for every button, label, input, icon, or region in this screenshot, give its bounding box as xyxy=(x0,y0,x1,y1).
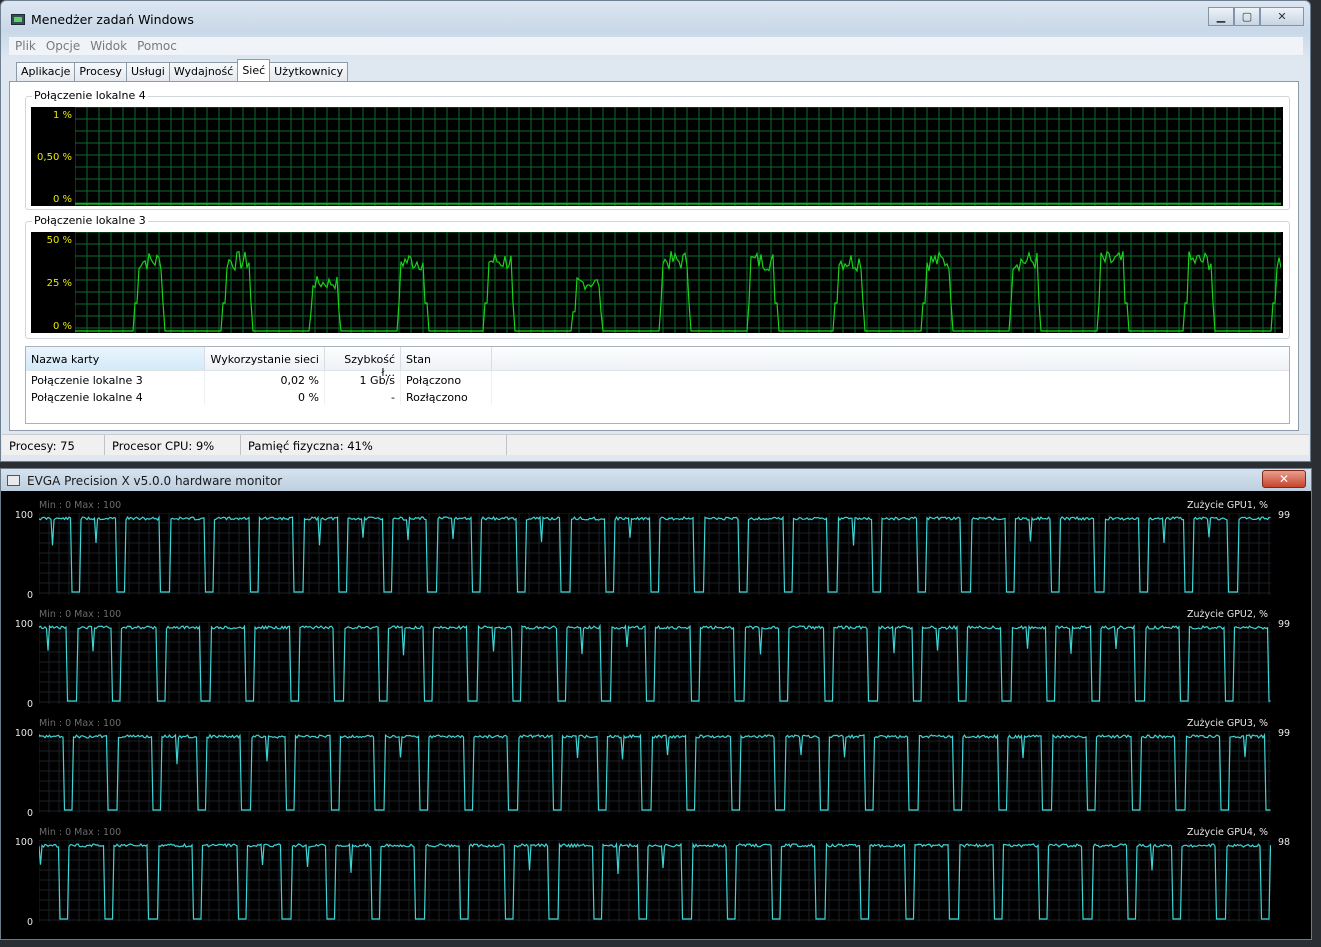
task-manager-window: Menedżer zadań Windows ▁ ▢ ✕ Plik Opcje … xyxy=(0,0,1311,462)
current-value: 99 xyxy=(1278,728,1291,739)
gpu-usage-panel-2: Min : 0 Max : 100 Zużycie GPU2, % 100 0 99 xyxy=(1,608,1311,717)
gpu-usage-graph xyxy=(39,513,1271,595)
gpu-usage-line xyxy=(39,732,1271,811)
graph-label: Połączenie lokalne 3 xyxy=(32,214,148,227)
y-max-label: 100 xyxy=(14,837,33,848)
cell-usage: 0 % xyxy=(205,388,325,405)
y-tick-label: 50 % xyxy=(46,235,72,246)
menu-widok[interactable]: Widok xyxy=(90,37,127,55)
y-tick-label: 0 % xyxy=(52,194,72,205)
minimize-button[interactable]: ▁ xyxy=(1208,7,1234,26)
table-header: Nazwa karty Wykorzystanie sieci Szybkość… xyxy=(26,347,1289,379)
task-manager-icon xyxy=(11,14,25,25)
y-min-label: 0 xyxy=(26,808,33,819)
status-cpu: Procesor CPU: 9% xyxy=(105,435,241,455)
cell-speed: 1 Gb/s xyxy=(325,371,401,388)
tab-uzytkownicy[interactable]: Użytkownicy xyxy=(269,62,349,81)
table-row[interactable]: Połączenie lokalne 3 0,02 % 1 Gb/s Połąc… xyxy=(26,371,1289,388)
gpu-usage-panel-3: Min : 0 Max : 100 Zużycie GPU3, % 100 0 99 xyxy=(1,717,1311,826)
network-graph-group-1: Połączenie lokalne 4 1 % 0,50 % 0 % xyxy=(25,89,1290,210)
gpu-usage-line xyxy=(39,841,1271,920)
menu-pomoc[interactable]: Pomoc xyxy=(137,37,177,55)
y-min-label: 0 xyxy=(26,590,33,601)
current-value: 99 xyxy=(1278,619,1291,630)
graph-label: Połączenie lokalne 4 xyxy=(32,89,148,102)
gpu-usage-line xyxy=(39,515,1271,593)
gpu-graph-title: Zużycie GPU4, % xyxy=(1186,827,1268,838)
menubar: Plik Opcje Widok Pomoc xyxy=(9,37,1303,55)
y-max-label: 100 xyxy=(14,619,33,630)
gpu-usage-graph xyxy=(39,840,1271,922)
cell-usage: 0,02 % xyxy=(205,371,325,388)
table-row[interactable]: Połączenie lokalne 4 0 % - Rozłączono xyxy=(26,388,1289,405)
tab-aplikacje[interactable]: Aplikacje xyxy=(16,62,76,81)
column-header-szybkosc[interactable]: Szybkość ł... xyxy=(325,347,401,379)
evga-titlebar[interactable]: EVGA Precision X v5.0.0 hardware monitor… xyxy=(1,469,1311,491)
evga-close-button[interactable]: ✕ xyxy=(1262,470,1306,488)
cell-state: Połączono xyxy=(401,371,492,388)
column-header-empty xyxy=(492,347,1289,370)
cell-state: Rozłączono xyxy=(401,388,492,405)
gpu-usage-panel-1: Min : 0 Max : 100 Zużycie GPU1, % 100 0 99 xyxy=(1,499,1311,608)
gpu-graph-title: Zużycie GPU1, % xyxy=(1186,500,1268,511)
menu-opcje[interactable]: Opcje xyxy=(46,37,80,55)
maximize-button[interactable]: ▢ xyxy=(1234,7,1260,26)
tab-strip: Aplikacje Procesy Usługi Wydajność Sieć … xyxy=(16,59,349,81)
tab-uslugi[interactable]: Usługi xyxy=(125,62,170,81)
network-graph-2: 50 % 25 % 0 % xyxy=(31,232,1283,333)
adapter-table: Nazwa karty Wykorzystanie sieci Szybkość… xyxy=(25,346,1290,424)
network-graph-group-2: Połączenie lokalne 3 50 % 25 % 0 % xyxy=(25,214,1290,339)
y-tick-label: 0,50 % xyxy=(37,152,72,163)
gpu-usage-graph xyxy=(39,622,1271,704)
evga-app-icon xyxy=(7,475,20,486)
minmax-label: Min : 0 Max : 100 xyxy=(39,500,122,511)
y-max-label: 100 xyxy=(14,728,33,739)
status-memory: Pamięć fizyczna: 41% xyxy=(241,435,507,455)
gpu-graph-title: Zużycie GPU3, % xyxy=(1186,718,1268,729)
tab-procesy[interactable]: Procesy xyxy=(74,62,127,81)
window-title: Menedżer zadań Windows xyxy=(31,12,194,27)
status-bar: Procesy: 75 Procesor CPU: 9% Pamięć fizy… xyxy=(2,434,1309,455)
y-tick-label: 1 % xyxy=(52,110,72,121)
current-value: 98 xyxy=(1278,837,1291,848)
column-header-nazwa[interactable]: Nazwa karty xyxy=(26,347,205,370)
y-min-label: 0 xyxy=(26,917,33,928)
y-max-label: 100 xyxy=(14,510,33,521)
cell-speed: - xyxy=(325,388,401,405)
close-button[interactable]: ✕ xyxy=(1260,7,1304,26)
evga-monitor-window: EVGA Precision X v5.0.0 hardware monitor… xyxy=(0,468,1312,940)
network-graph-1: 1 % 0,50 % 0 % xyxy=(31,107,1283,206)
y-tick-label: 0 % xyxy=(52,321,72,332)
tab-wydajnosc[interactable]: Wydajność xyxy=(168,62,239,81)
minmax-label: Min : 0 Max : 100 xyxy=(39,718,122,729)
current-value: 99 xyxy=(1278,510,1291,521)
gpu-graph-title: Zużycie GPU2, % xyxy=(1186,609,1268,620)
network-usage-line xyxy=(75,250,1281,332)
minmax-label: Min : 0 Max : 100 xyxy=(39,609,122,620)
task-manager-titlebar[interactable]: Menedżer zadań Windows ▁ ▢ ✕ xyxy=(1,1,1310,35)
minmax-label: Min : 0 Max : 100 xyxy=(39,827,122,838)
gpu-usage-line xyxy=(39,623,1271,702)
column-header-wykorzystanie[interactable]: Wykorzystanie sieci xyxy=(205,347,325,370)
y-tick-label: 25 % xyxy=(46,278,72,289)
network-graph-2-plot xyxy=(75,232,1281,333)
network-graph-1-plot xyxy=(75,107,1281,206)
cell-name: Połączenie lokalne 3 xyxy=(26,371,205,388)
y-min-label: 0 xyxy=(26,699,33,710)
tab-siec[interactable]: Sieć xyxy=(237,59,271,81)
evga-window-title: EVGA Precision X v5.0.0 hardware monitor xyxy=(27,474,283,488)
gpu-usage-graph xyxy=(39,731,1271,813)
cell-name: Połączenie lokalne 4 xyxy=(26,388,205,405)
gpu-usage-panel-4: Min : 0 Max : 100 Zużycie GPU4, % 100 0 98 xyxy=(1,826,1311,935)
menu-plik[interactable]: Plik xyxy=(15,37,36,55)
status-processes: Procesy: 75 xyxy=(2,435,105,455)
column-header-stan[interactable]: Stan xyxy=(401,347,492,370)
network-tab-content: Połączenie lokalne 4 1 % 0,50 % 0 % Połą… xyxy=(9,81,1299,431)
